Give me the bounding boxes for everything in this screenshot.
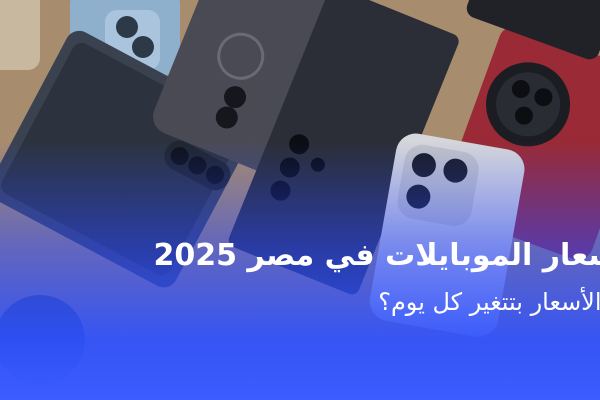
headline: أسعار الموبايلات في مصر 2025 هل الأسعار …: [0, 236, 600, 322]
blue-gradient-overlay: [0, 0, 600, 400]
hero-image: أسعار الموبايلات في مصر 2025 هل الأسعار …: [0, 0, 600, 400]
headline-line-1: أسعار الموبايلات في مصر 2025: [153, 238, 600, 273]
headline-line-2: هل الأسعار بتتغير كل يوم؟: [378, 288, 600, 316]
